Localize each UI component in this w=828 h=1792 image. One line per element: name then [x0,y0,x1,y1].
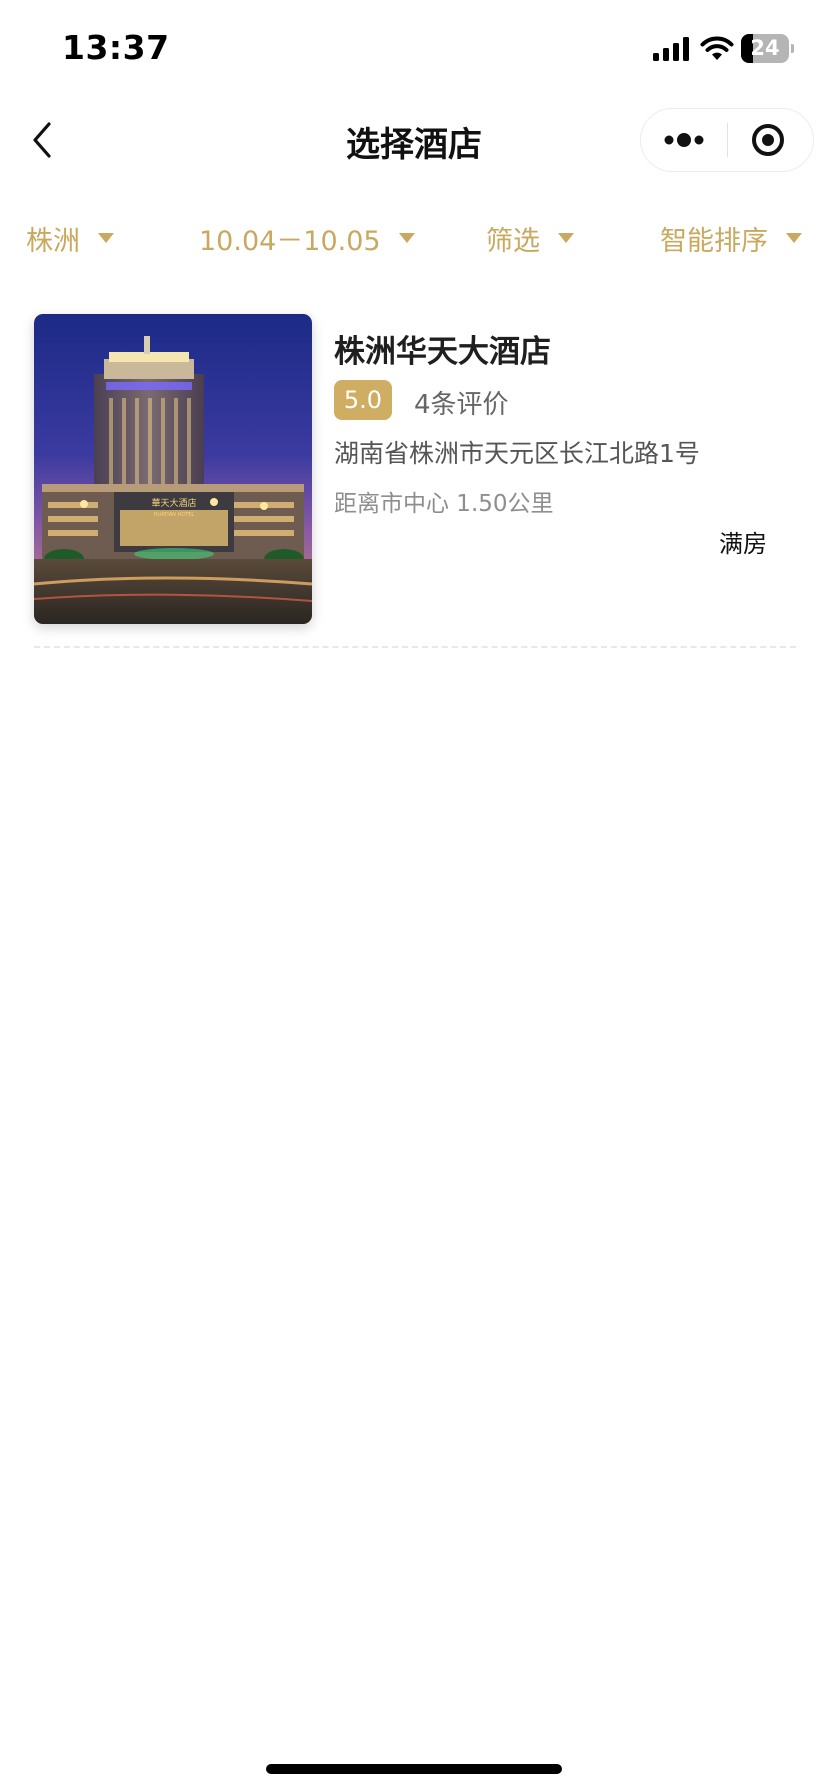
caret-down-icon [398,233,415,243]
status-time: 13:37 [62,28,170,67]
hotel-card[interactable]: 華天大酒店 HUATIAN HOTEL 株洲华天大酒店 5.0 4条评价 湖南省… [34,314,794,626]
status-bar: 13:37 24 [0,0,828,100]
hotel-photo: 華天大酒店 HUATIAN HOTEL [34,314,312,624]
filter-options-label: 筛选 [486,225,540,257]
filter-city[interactable]: 株洲 [26,210,114,266]
more-dots-icon [664,133,704,147]
back-button[interactable] [20,116,68,164]
close-target-icon [752,124,784,156]
close-miniprogram-button[interactable] [728,109,814,171]
capsule-menu [640,108,814,172]
filter-sort-label: 智能排序 [660,225,768,257]
back-chevron-icon [33,122,51,158]
filter-sort[interactable]: 智能排序 [660,210,802,266]
caret-down-icon [98,233,114,243]
battery-body: 24 [741,34,789,63]
page-title: 选择酒店 [346,125,482,165]
battery-cap [791,44,794,53]
signal-icon [653,37,689,61]
nav-bar: 选择酒店 [0,100,828,180]
filter-city-label: 株洲 [26,225,80,257]
battery-icon: 24 [741,34,794,63]
battery-level: 24 [750,36,780,60]
filter-options[interactable]: 筛选 [486,210,574,266]
caret-down-icon [786,233,802,243]
hotel-name: 株洲华天大酒店 [334,334,551,370]
filter-dates[interactable]: 10.04－10.05 [199,210,415,266]
card-divider [34,646,796,648]
rating-badge: 5.0 [334,380,392,420]
hotel-photo-sign-en: HUATIAN HOTEL [154,512,195,518]
hotel-distance: 距离市中心 1.50公里 [334,491,554,517]
filter-dates-label: 10.04－10.05 [199,225,381,257]
hotel-photo-sign: 華天大酒店 [151,497,196,509]
filter-bar: 株洲 10.04－10.05 筛选 智能排序 [0,210,828,266]
caret-down-icon [558,233,574,243]
wifi-icon [700,36,734,60]
hotel-address: 湖南省株洲市天元区长江北路1号 [334,439,700,468]
more-button[interactable] [641,109,727,171]
room-status: 满房 [719,530,767,558]
home-indicator [266,1764,562,1774]
review-count[interactable]: 4条评价 [414,384,509,421]
